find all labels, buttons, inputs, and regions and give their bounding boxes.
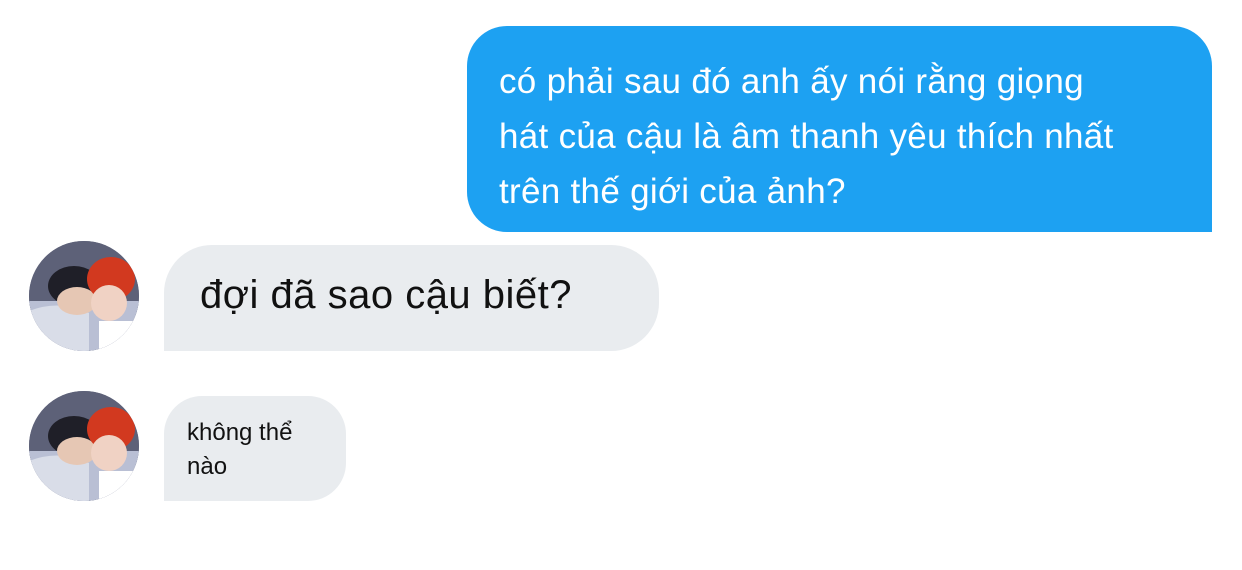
avatar[interactable]: [29, 391, 139, 501]
avatar-photo-icon: [29, 391, 139, 501]
avatar-photo-icon: [29, 241, 139, 351]
sent-message-bubble[interactable]: có phải sau đó anh ấy nói rằng giọng hát…: [467, 26, 1212, 232]
received-message-bubble[interactable]: không thể nào: [164, 396, 346, 501]
avatar[interactable]: [29, 241, 139, 351]
received-message-bubble[interactable]: đợi đã sao cậu biết?: [164, 245, 659, 351]
